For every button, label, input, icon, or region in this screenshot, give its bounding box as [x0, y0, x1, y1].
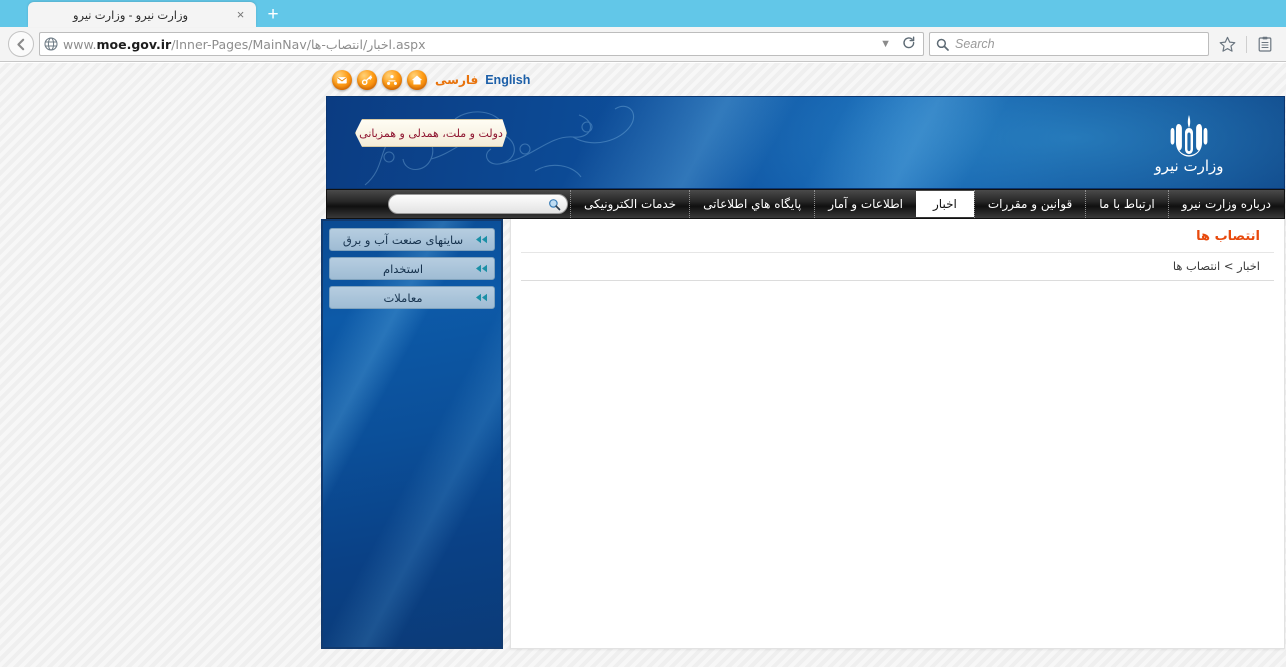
national-emblem: وزارت نیرو: [1104, 101, 1274, 187]
toolbar-divider: [1246, 35, 1247, 53]
nav-search-wrapper: [327, 190, 570, 218]
tab-title: وزارت نیرو - وزارت نیرو: [72, 9, 189, 22]
address-bar[interactable]: www.moe.gov.ir/Inner-Pages/MainNav/اخبار…: [39, 32, 924, 56]
sidebar-item-label: استخدام: [382, 261, 424, 276]
close-icon[interactable]: ×: [233, 7, 248, 22]
content-row: انتصاب ها اخبار > انتصاب ها سایتهای صنعت…: [321, 219, 1286, 649]
content-panel: انتصاب ها اخبار > انتصاب ها: [510, 219, 1285, 649]
arrow-left-icon: [475, 263, 488, 275]
home-icon[interactable]: [407, 69, 427, 90]
sidebar-item-label: سایتهای صنعت آب و برق: [342, 232, 464, 247]
browser-window: × وزارت نیرو - وزارت نیرو + www.moe.gov.…: [0, 0, 1286, 667]
browser-search-box[interactable]: Search: [929, 32, 1209, 56]
sidebar-item-label: معاملات: [383, 290, 423, 305]
login-key-icon[interactable]: [357, 69, 377, 90]
tab-strip: × وزارت نیرو - وزارت نیرو +: [0, 0, 1286, 27]
iran-emblem-icon: [1170, 115, 1208, 157]
sidebar-item-employment[interactable]: استخدام: [329, 257, 495, 280]
new-tab-button[interactable]: +: [258, 2, 288, 27]
nav-item-news[interactable]: اخبار: [916, 191, 974, 217]
nav-item-info-stats[interactable]: اطلاعات و آمار: [814, 190, 916, 218]
site-banner: دولت و ملت، همدلی و همزبانی وزارت نیرو: [326, 96, 1285, 189]
calligraphy-slogan: دولت و ملت، همدلی و همزبانی: [355, 119, 507, 147]
ministry-name: وزارت نیرو: [1154, 157, 1224, 175]
browser-tab[interactable]: × وزارت نیرو - وزارت نیرو: [28, 2, 256, 27]
browser-toolbar: www.moe.gov.ir/Inner-Pages/MainNav/اخبار…: [0, 27, 1286, 62]
page-title: انتصاب ها: [521, 219, 1274, 253]
bookmark-star-icon[interactable]: [1214, 36, 1241, 53]
nav-item-contact[interactable]: ارتباط با ما: [1085, 190, 1168, 218]
right-sidebar: سایتهای صنعت آب و برق استخدام معاملات: [321, 219, 503, 649]
site-container: فارسی English دولت و ملت، همدلی و همزبان…: [321, 63, 1286, 667]
arrow-left-icon: [475, 234, 488, 246]
breadcrumb: اخبار > انتصاب ها: [521, 253, 1274, 281]
back-button[interactable]: [8, 31, 34, 57]
sidebar-item-transactions[interactable]: معاملات: [329, 286, 495, 309]
lang-english-link[interactable]: English: [485, 73, 530, 87]
site-search-box[interactable]: [387, 194, 568, 214]
top-links-bar: فارسی English: [321, 63, 1286, 96]
search-icon: [548, 198, 561, 211]
reload-icon[interactable]: [899, 36, 919, 53]
email-icon[interactable]: [332, 69, 352, 90]
search-placeholder: Search: [955, 37, 995, 51]
sidebar-item-water-power-sites[interactable]: سایتهای صنعت آب و برق: [329, 228, 495, 251]
sitemap-icon[interactable]: [382, 69, 402, 90]
floral-ornament-icon: [357, 105, 635, 186]
page-viewport: فارسی English دولت و ملت، همدلی و همزبان…: [0, 63, 1286, 667]
arrow-left-icon: [475, 292, 488, 304]
url-text: www.moe.gov.ir/Inner-Pages/MainNav/اخبار…: [63, 36, 426, 52]
chevron-down-icon[interactable]: ▼: [877, 38, 894, 50]
nav-item-about[interactable]: درباره وزارت نیرو: [1167, 190, 1284, 218]
globe-icon: [44, 37, 58, 51]
search-icon: [936, 38, 949, 51]
content-body: [511, 281, 1284, 641]
nav-item-laws[interactable]: قوانین و مقررات: [973, 190, 1085, 218]
lang-persian-link[interactable]: فارسی: [435, 73, 478, 87]
reading-list-icon[interactable]: [1252, 36, 1278, 53]
nav-item-eservices[interactable]: خدمات الکترونیکی: [569, 190, 689, 218]
main-navigation: درباره وزارت نیرو ارتباط با ما قوانین و …: [326, 189, 1285, 219]
nav-item-databases[interactable]: پایگاه هاي اطلاعاتی: [689, 190, 814, 218]
